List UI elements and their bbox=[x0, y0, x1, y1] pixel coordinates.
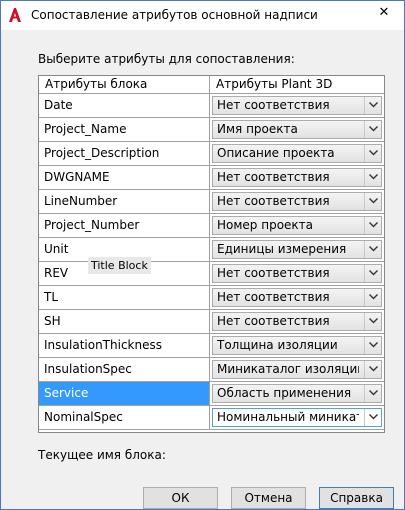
chevron-down-icon[interactable] bbox=[364, 145, 381, 162]
dropdown-selected-value: Толщина изоляции bbox=[217, 338, 338, 352]
block-attribute-cell[interactable]: Date bbox=[39, 94, 210, 118]
plant3d-attribute-dropdown[interactable]: Номер проекта bbox=[212, 216, 382, 235]
chevron-down-icon[interactable] bbox=[364, 121, 381, 138]
dropdown-selected-value: Нет соответствия bbox=[217, 314, 330, 328]
plant3d-attribute-dropdown[interactable]: Описание проекта bbox=[212, 144, 382, 163]
title-bar[interactable]: Сопоставление атрибутов основной надписи… bbox=[1, 1, 404, 30]
table-row[interactable]: Project_Name Имя проекта bbox=[39, 118, 384, 142]
block-attribute-cell[interactable]: NominalSpec bbox=[39, 406, 210, 430]
plant3d-attribute-dropdown[interactable]: Нет соответствия bbox=[212, 192, 382, 211]
chevron-down-icon[interactable] bbox=[364, 241, 381, 258]
plant3d-attribute-cell: Номер проекта bbox=[210, 214, 384, 238]
table-row[interactable]: Date Нет соответствия bbox=[39, 94, 384, 118]
plant3d-attribute-cell: Нет соответствия bbox=[210, 190, 384, 214]
plant3d-attribute-cell: Миникаталог изоляции bbox=[210, 358, 384, 382]
dropdown-selected-value: Область применения bbox=[217, 386, 352, 400]
current-block-name-label: Текущее имя блока: bbox=[38, 448, 166, 462]
plant3d-attribute-dropdown[interactable]: Нет соответствия bbox=[212, 168, 382, 187]
chevron-down-icon[interactable] bbox=[364, 265, 381, 282]
plant3d-attribute-cell: Нет соответствия bbox=[210, 262, 384, 286]
dropdown-selected-value: Номинальный миниката... bbox=[217, 410, 359, 424]
table-row[interactable]: TL Нет соответствия bbox=[39, 286, 384, 310]
dropdown-selected-value: Описание проекта bbox=[217, 146, 335, 160]
column-header-block-attributes[interactable]: Атрибуты блока bbox=[39, 76, 210, 93]
dropdown-selected-value: Нет соответствия bbox=[217, 290, 330, 304]
autocad-logo-icon bbox=[7, 7, 23, 23]
plant3d-attribute-cell: Область применения bbox=[210, 382, 384, 406]
chevron-down-icon[interactable] bbox=[364, 409, 381, 426]
dropdown-selected-value: Номер проекта bbox=[217, 218, 314, 232]
chevron-down-icon[interactable] bbox=[364, 217, 381, 234]
block-attribute-cell[interactable]: SH bbox=[39, 310, 210, 334]
chevron-down-icon[interactable] bbox=[364, 385, 381, 402]
block-attribute-cell[interactable]: InsulationThickness bbox=[39, 334, 210, 358]
dropdown-selected-value: Имя проекта bbox=[217, 122, 298, 136]
plant3d-attribute-cell: Нет соответствия bbox=[210, 166, 384, 190]
select-attributes-prompt: Выберите атрибуты для сопоставления: bbox=[38, 52, 295, 66]
chevron-down-icon[interactable] bbox=[364, 193, 381, 210]
plant3d-attribute-dropdown[interactable]: Единицы измерения bbox=[212, 240, 382, 259]
block-attribute-cell[interactable]: LineNumber bbox=[39, 190, 210, 214]
plant3d-attribute-cell: Нет соответствия bbox=[210, 94, 384, 118]
block-attribute-cell[interactable]: DWGNAME bbox=[39, 166, 210, 190]
table-row[interactable]: InsulationThickness Толщина изоляции bbox=[39, 334, 384, 358]
block-attribute-cell[interactable]: Project_Description bbox=[39, 142, 210, 166]
dropdown-selected-value: Миникаталог изоляции bbox=[217, 362, 359, 376]
table-row[interactable]: LineNumber Нет соответствия bbox=[39, 190, 384, 214]
dropdown-selected-value: Нет соответствия bbox=[217, 170, 330, 184]
plant3d-attribute-dropdown[interactable]: Область применения bbox=[212, 384, 382, 403]
plant3d-attribute-cell: Имя проекта bbox=[210, 118, 384, 142]
block-attribute-cell[interactable]: TL bbox=[39, 286, 210, 310]
block-attribute-cell[interactable]: Service bbox=[39, 382, 210, 406]
plant3d-attribute-cell: Толщина изоляции bbox=[210, 334, 384, 358]
cancel-button[interactable]: Отмена bbox=[231, 487, 306, 509]
attribute-mapping-grid: Атрибуты блока Атрибуты Plant 3D Date Нет… bbox=[38, 75, 385, 433]
dropdown-selected-value: Нет соответствия bbox=[217, 194, 330, 208]
grid-header: Атрибуты блока Атрибуты Plant 3D bbox=[39, 76, 384, 94]
plant3d-attribute-dropdown[interactable]: Толщина изоляции bbox=[212, 336, 382, 355]
help-button[interactable]: Справка bbox=[319, 487, 394, 509]
table-row[interactable]: NominalSpec Номинальный миниката... bbox=[39, 406, 384, 430]
table-row[interactable]: Project_Description Описание проекта bbox=[39, 142, 384, 166]
table-row[interactable]: Project_Number Номер проекта bbox=[39, 214, 384, 238]
plant3d-attribute-dropdown[interactable]: Нет соответствия bbox=[212, 288, 382, 307]
plant3d-attribute-cell: Номинальный миниката... bbox=[210, 406, 384, 430]
window-title: Сопоставление атрибутов основной надписи bbox=[31, 8, 318, 22]
chevron-down-icon[interactable] bbox=[364, 97, 381, 114]
close-button[interactable]: ✕ bbox=[370, 2, 398, 24]
plant3d-attribute-cell: Нет соответствия bbox=[210, 286, 384, 310]
dialog-window: Сопоставление атрибутов основной надписи… bbox=[0, 0, 405, 510]
chevron-down-icon[interactable] bbox=[364, 337, 381, 354]
plant3d-attribute-dropdown[interactable]: Имя проекта bbox=[212, 120, 382, 139]
block-attribute-cell[interactable]: Project_Name bbox=[39, 118, 210, 142]
plant3d-attribute-dropdown[interactable]: Нет соответствия bbox=[212, 312, 382, 331]
chevron-down-icon[interactable] bbox=[364, 169, 381, 186]
block-attribute-cell[interactable]: Project_Number bbox=[39, 214, 210, 238]
ok-button[interactable]: ОК bbox=[143, 487, 218, 509]
chevron-down-icon[interactable] bbox=[364, 361, 381, 378]
dropdown-selected-value: Единицы измерения bbox=[217, 242, 347, 256]
column-header-plant3d-attributes[interactable]: Атрибуты Plant 3D bbox=[210, 76, 384, 93]
plant3d-attribute-cell: Нет соответствия bbox=[210, 310, 384, 334]
table-row[interactable]: Service Область применения bbox=[39, 382, 384, 406]
dropdown-selected-value: Нет соответствия bbox=[217, 98, 330, 112]
chevron-down-icon[interactable] bbox=[364, 289, 381, 306]
dropdown-selected-value: Нет соответствия bbox=[217, 266, 330, 280]
plant3d-attribute-dropdown[interactable]: Миникаталог изоляции bbox=[212, 360, 382, 379]
chevron-down-icon[interactable] bbox=[364, 313, 381, 330]
block-attribute-cell[interactable]: InsulationSpec bbox=[39, 358, 210, 382]
plant3d-attribute-cell: Описание проекта bbox=[210, 142, 384, 166]
plant3d-attribute-cell: Единицы измерения bbox=[210, 238, 384, 262]
title-block-tooltip: Title Block bbox=[88, 257, 151, 274]
table-row[interactable]: SH Нет соответствия bbox=[39, 310, 384, 334]
table-row[interactable]: InsulationSpec Миникаталог изоляции bbox=[39, 358, 384, 382]
plant3d-attribute-dropdown[interactable]: Номинальный миниката... bbox=[212, 408, 382, 427]
plant3d-attribute-dropdown[interactable]: Нет соответствия bbox=[212, 264, 382, 283]
plant3d-attribute-dropdown[interactable]: Нет соответствия bbox=[212, 96, 382, 115]
table-row[interactable]: DWGNAME Нет соответствия bbox=[39, 166, 384, 190]
